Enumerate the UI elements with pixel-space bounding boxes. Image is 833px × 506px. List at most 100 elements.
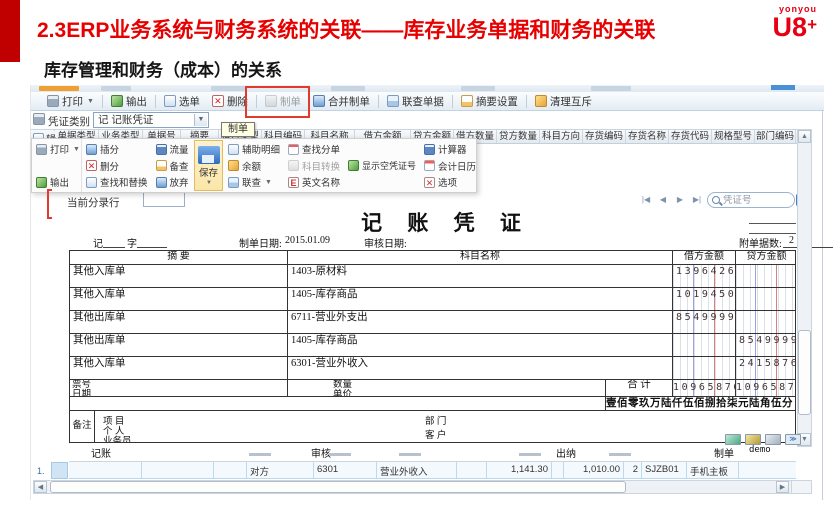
pen-tool-icon[interactable]: [765, 434, 781, 445]
voucher-no-search-input[interactable]: [723, 195, 781, 206]
voucher-mini-toolbar: ≫: [725, 434, 801, 445]
chevron-down-icon: ▼: [73, 146, 80, 153]
find-replace-label: 查找和替换: [100, 175, 148, 189]
last-record-button[interactable]: ▶|: [690, 193, 704, 207]
merge-icon: [313, 95, 325, 107]
summary-settings-label: 摘要设置: [476, 94, 518, 109]
delete-split-button[interactable]: ✕ 删分: [86, 159, 148, 173]
merge-voucher-button[interactable]: 合并制单: [307, 93, 376, 110]
blank-write-line: [749, 223, 796, 224]
current-entry-line-input[interactable]: [143, 192, 185, 207]
print-button[interactable]: 打印 ▼: [41, 93, 100, 110]
delete-x-icon: ✕: [212, 95, 224, 107]
col-account-dir[interactable]: 科目方向: [540, 130, 583, 143]
calendar-button[interactable]: 会计日历: [424, 159, 472, 173]
entry-summary: 其他入库单: [70, 357, 287, 379]
linked-view-button[interactable]: 联查 ▼: [228, 175, 280, 189]
entry-debit: [672, 334, 735, 356]
aux-detail-button[interactable]: 辅助明细: [228, 142, 280, 156]
voucher-class-value: 记 记账凭证: [98, 114, 153, 126]
flow-button[interactable]: 流量: [156, 142, 190, 156]
english-name-icon: E: [288, 177, 299, 188]
entry-credit: 24158767: [735, 357, 797, 379]
entry-summary: 其他入库单: [70, 265, 287, 287]
horizontal-scroll-thumb[interactable]: [50, 481, 626, 493]
select-doc-button[interactable]: 选单: [158, 93, 206, 110]
clear-mutex-button[interactable]: 清理互斥: [529, 93, 598, 110]
voucher-word-prefix: 记: [93, 235, 103, 250]
next-record-button[interactable]: ▶: [673, 193, 687, 207]
row-selector[interactable]: [51, 462, 68, 479]
image-tool-icon[interactable]: [725, 434, 741, 445]
scroll-up-arrow[interactable]: ▲: [798, 130, 811, 143]
grid-data-row[interactable]: 对方 6301 营业外收入 1,141.30 1,010.00 2 SJZB01…: [69, 462, 796, 479]
salesman-label: 业务员: [103, 433, 132, 442]
vertical-scrollbar[interactable]: ▲ ▼: [797, 129, 812, 447]
toolbar-separator: [378, 95, 379, 108]
entry-account: 1405-库存商品: [287, 334, 672, 356]
options-button[interactable]: ✕ 选项: [424, 175, 472, 189]
voucher-entry-row[interactable]: 其他入库单 6301-营业外收入 24158767: [70, 356, 795, 379]
entry-account: 6711-营业外支出: [287, 311, 672, 333]
entry-account: 1405-库存商品: [287, 288, 672, 310]
insert-split-label: 插分: [100, 142, 119, 156]
total-credit: 109658765: [735, 380, 797, 396]
horizontal-scrollbar[interactable]: ◀ ▶: [33, 480, 812, 494]
calendar-label: 会计日历: [438, 159, 476, 173]
ribbon-export-button[interactable]: 输出: [36, 175, 77, 189]
voucher-entry-row[interactable]: 其他入库单 1405-库存商品 10194507: [70, 287, 795, 310]
prev-record-button[interactable]: ◀: [656, 193, 670, 207]
col-inv-name[interactable]: 存货名称: [626, 130, 669, 143]
find-split-icon: [288, 144, 299, 155]
export-button[interactable]: 输出: [105, 93, 153, 110]
vertical-scroll-thumb[interactable]: [798, 330, 811, 415]
voucher-table: 摘 要 科目名称 借方金额 贷方金额 其他入库单 1403-原材料 139642…: [69, 250, 796, 443]
voucher-search-box[interactable]: [707, 192, 795, 208]
clipped-grid-row: [69, 448, 796, 462]
make-voucher-tooltip: 制单: [221, 122, 255, 137]
customer-label: 客 户: [425, 427, 446, 441]
first-record-button[interactable]: |◀: [639, 193, 653, 207]
total-label: 合 计: [605, 380, 672, 396]
find-split-button[interactable]: 查找分单: [288, 142, 340, 156]
col-inv-code[interactable]: 存货编码: [583, 130, 626, 143]
clear-mutex-label: 清理互斥: [550, 94, 592, 109]
ribbon-print-button[interactable]: 打印 ▼: [36, 142, 77, 156]
voucher-entry-row[interactable]: 其他入库单 1403-原材料 13964260: [70, 264, 795, 287]
cell-inv-code: SJZB01: [641, 462, 686, 478]
make-date-label: 制单日期:: [239, 235, 282, 250]
scroll-right-arrow[interactable]: ▶: [776, 481, 789, 493]
logo-product-text: U8: [773, 12, 808, 42]
attach-count-value: 2: [789, 235, 794, 246]
col-inv-alias[interactable]: 存货代码: [669, 130, 712, 143]
entry-credit: 85499998: [735, 334, 797, 356]
save-button[interactable]: 保存 ▼: [194, 140, 223, 191]
entry-summary: 其他出库单: [70, 334, 287, 356]
entry-debit: 85499998: [672, 311, 735, 333]
balance-button[interactable]: 余额: [228, 159, 280, 173]
calculator-icon: [424, 144, 435, 155]
clipped-text: [609, 453, 631, 456]
col-spec-model[interactable]: 规格型号: [712, 130, 755, 143]
reference-button[interactable]: 备查: [156, 159, 190, 173]
abandon-button[interactable]: 放弃: [156, 175, 190, 189]
voucher-entry-row[interactable]: 其他出库单 6711-营业外支出 85499998: [70, 310, 795, 333]
voucher-entry-row[interactable]: 其他出库单 1405-库存商品 85499998: [70, 333, 795, 356]
english-name-button[interactable]: E 英文名称: [288, 175, 340, 189]
camera-tool-icon[interactable]: [745, 434, 761, 445]
toolbar-separator: [452, 95, 453, 108]
calculator-button[interactable]: 计算器: [424, 142, 472, 156]
underline: [103, 247, 125, 248]
insert-split-button[interactable]: 插分: [86, 142, 148, 156]
aux-detail-label: 辅助明细: [242, 142, 280, 156]
show-empty-voucher-no-button[interactable]: 显示空凭证号: [348, 159, 416, 173]
summary-settings-button[interactable]: 摘要设置: [455, 93, 524, 110]
header-summary: 摘 要: [70, 251, 287, 264]
col-dept-code[interactable]: 部门编码: [755, 130, 796, 143]
col-credit-qty[interactable]: 贷方数量: [497, 130, 540, 143]
linked-docs-button[interactable]: 联查单据: [381, 93, 450, 110]
voucher-class-select[interactable]: 记 记账凭证 ▼: [93, 112, 209, 128]
double-chevron-icon[interactable]: ≫: [785, 434, 801, 445]
scroll-left-arrow[interactable]: ◀: [34, 481, 47, 493]
find-replace-button[interactable]: 查找和替换: [86, 175, 148, 189]
